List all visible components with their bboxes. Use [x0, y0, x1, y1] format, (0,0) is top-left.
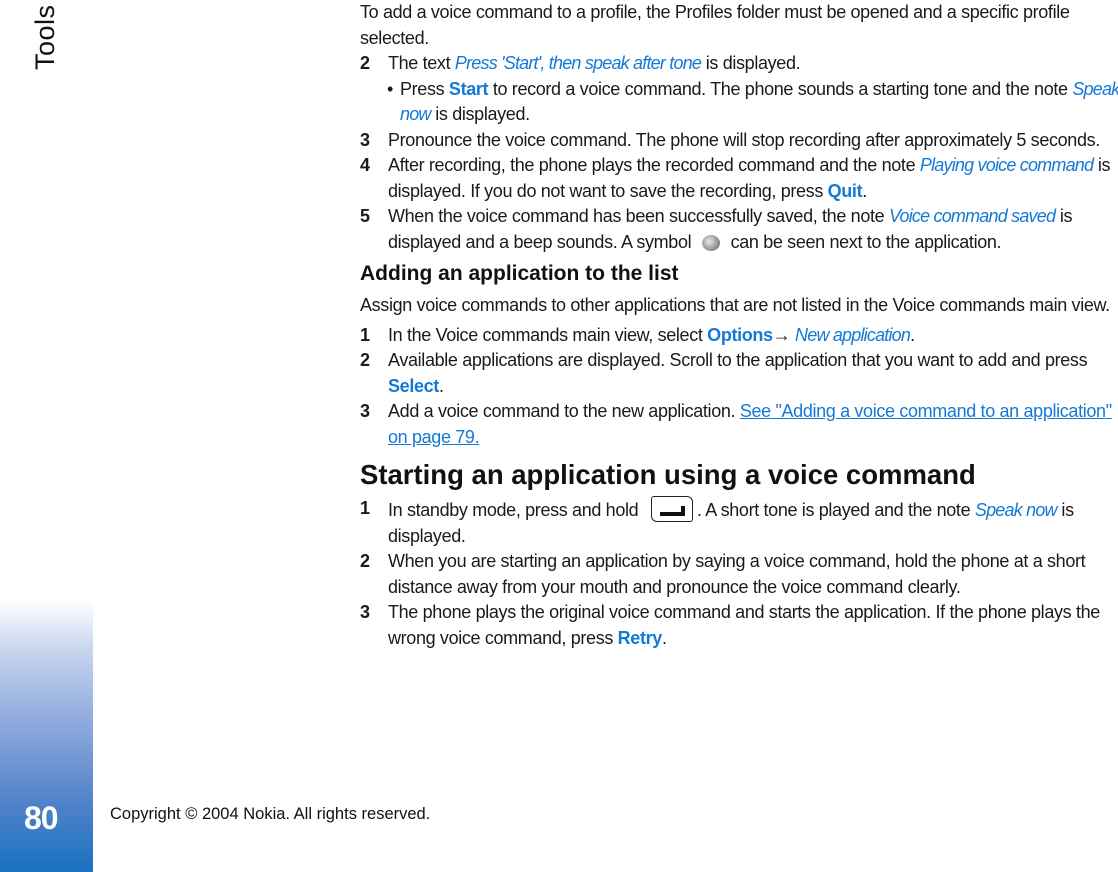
voice-tag-icon: [701, 234, 720, 251]
display-note: Voice command saved: [888, 206, 1056, 226]
step-number: 1: [360, 324, 370, 345]
step-number: 3: [360, 602, 370, 622]
step-number: 1: [360, 498, 370, 518]
softkey-label: Retry: [617, 627, 663, 648]
list-item: 2 When you are starting an application b…: [360, 551, 1086, 597]
list-item: 4 After recording, the phone plays the r…: [360, 155, 1111, 201]
step-number: 3: [360, 401, 370, 421]
list-item: 3 The phone plays the original voice com…: [360, 602, 1100, 648]
arrow-icon: →: [772, 324, 796, 345]
page-number: 80: [24, 800, 59, 836]
display-note: Press 'Start', then speak after tone: [454, 53, 702, 73]
step-number: 4: [360, 155, 370, 175]
step-number: 5: [360, 206, 370, 226]
page-content: To add a voice command to a profile, the…: [360, 0, 1118, 651]
list-item: 2 Available applications are displayed. …: [360, 350, 1088, 396]
section-intro: Assign voice commands to other applicati…: [360, 295, 1110, 315]
list-item: 3 Add a voice command to the new applica…: [360, 401, 1112, 447]
chapter-title: Tools: [30, 4, 60, 70]
step-number: 2: [360, 350, 370, 370]
copyright-footer: Copyright © 2004 Nokia. All rights reser…: [110, 805, 431, 823]
softkey-label: Select: [388, 375, 439, 396]
list-item: 2 The text Press 'Start', then speak aft…: [360, 51, 1118, 77]
list-item: 3 Pronounce the voice command. The phone…: [360, 128, 1118, 154]
softkey-label: Quit: [827, 180, 863, 201]
list-item: 1 In the Voice commands main view, selec…: [360, 323, 1118, 349]
softkey-label: Options: [707, 324, 773, 345]
display-note: Speak now: [974, 500, 1058, 520]
step-number: 2: [360, 551, 370, 571]
right-selection-key-icon: [650, 496, 693, 522]
step-number: 2: [360, 53, 370, 73]
list-item: 5 When the voice command has been succes…: [360, 206, 1073, 252]
section-heading-starting-application: Starting an application using a voice co…: [360, 459, 976, 490]
step-number: 3: [360, 129, 370, 150]
section-heading-add-application: Adding an application to the list: [360, 262, 679, 285]
list-item: 1 In standby mode, press and hold . A sh…: [360, 496, 1074, 546]
bullet: •: [387, 78, 393, 99]
display-note: Playing voice command: [919, 155, 1094, 175]
intro-paragraph: To add a voice command to a profile, the…: [360, 2, 1070, 48]
list-item: • Press Start to record a voice command.…: [387, 78, 1118, 125]
softkey-label: Start: [448, 78, 489, 99]
menu-item-note: New application: [795, 324, 911, 345]
